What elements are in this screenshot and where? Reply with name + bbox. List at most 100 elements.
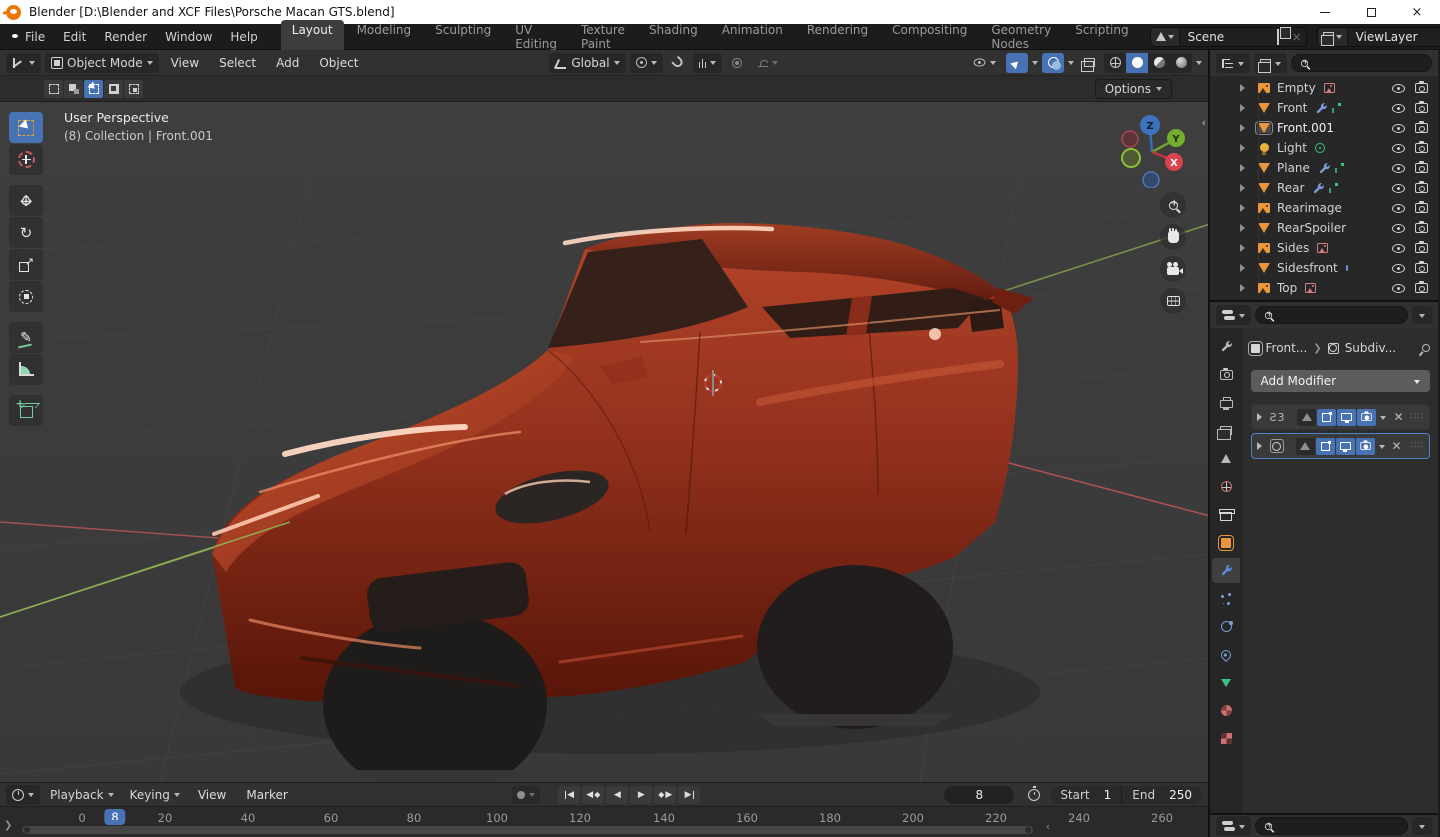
tab-collection[interactable] — [1212, 502, 1240, 527]
breadcrumb-modifier[interactable]: Subdiv... — [1345, 341, 1396, 355]
sidebar-collapse-arrow[interactable]: ‹ — [1202, 116, 1206, 129]
rotate-tool[interactable]: ↻ — [9, 217, 43, 248]
select-set-button[interactable] — [44, 79, 63, 98]
pan-button[interactable] — [1160, 224, 1186, 250]
jump-to-start-button[interactable]: ◀ — [558, 785, 581, 804]
render-camera-toggle[interactable] — [1415, 81, 1428, 93]
hide-eye-toggle[interactable] — [1392, 243, 1405, 253]
render-camera-toggle[interactable] — [1415, 241, 1428, 253]
hide-eye-toggle[interactable] — [1392, 163, 1405, 173]
previous-keyframe-button[interactable]: ◀ ◆ — [582, 785, 605, 804]
tab-physics[interactable] — [1212, 614, 1240, 639]
tab-view-layer[interactable] — [1212, 418, 1240, 443]
options-dropdown[interactable] — [1412, 817, 1432, 835]
expand-arrow-icon[interactable] — [1256, 442, 1266, 450]
menu-view[interactable]: View — [163, 56, 207, 70]
hide-eye-toggle[interactable] — [1392, 223, 1405, 233]
add-modifier-button[interactable]: Add Modifier — [1250, 370, 1430, 392]
select-invert-button[interactable] — [104, 79, 123, 98]
tab-texture-paint[interactable]: Texture Paint — [570, 20, 636, 54]
show-hide-dropdown[interactable] — [967, 53, 1002, 73]
transform-tool[interactable] — [9, 281, 43, 312]
timeline-editor-type-button[interactable] — [6, 784, 40, 805]
outliner-search-input[interactable] — [1291, 54, 1432, 72]
proportional-editing-toggle[interactable] — [726, 53, 748, 73]
outliner-item-rear[interactable]: Rear — [1210, 178, 1438, 198]
edit-mode-toggle[interactable] — [1317, 408, 1337, 426]
tab-shading[interactable]: Shading — [638, 20, 709, 54]
properties-search-input[interactable] — [1255, 306, 1408, 324]
tab-material[interactable] — [1212, 698, 1240, 723]
select-box-tool[interactable] — [9, 112, 43, 143]
timeline-scrollbar[interactable] — [22, 826, 1033, 834]
viewport-canvas[interactable]: ↻ ✎ User Perspective (8) Collection | Fr… — [0, 102, 1208, 782]
tab-output[interactable] — [1212, 390, 1240, 415]
transform-orientation-dropdown[interactable]: Global — [549, 52, 626, 73]
render-camera-toggle[interactable] — [1415, 281, 1428, 293]
outliner-item-top[interactable]: Top — [1210, 278, 1438, 298]
shading-wireframe-button[interactable] — [1104, 53, 1126, 73]
render-camera-toggle[interactable] — [1415, 121, 1428, 133]
viewlayer-name[interactable]: ViewLayer — [1348, 30, 1436, 44]
outliner-item-sides[interactable]: Sides — [1210, 238, 1438, 258]
modifier-row-subdivision[interactable]: ✕ ∷∷ — [1250, 433, 1430, 459]
pin-icon[interactable] — [1420, 342, 1432, 354]
tab-rendering[interactable]: Rendering — [796, 20, 879, 54]
expand-arrow-icon[interactable] — [1240, 144, 1249, 152]
menu-add[interactable]: Add — [268, 56, 307, 70]
timeline-view-menu[interactable]: View — [190, 788, 234, 802]
xray-toggle[interactable] — [1078, 53, 1100, 73]
search-input[interactable] — [1255, 817, 1408, 835]
snap-toggle[interactable] — [667, 53, 689, 73]
hide-eye-toggle[interactable] — [1392, 123, 1405, 133]
cursor-tool[interactable] — [9, 144, 43, 175]
menu-edit[interactable]: Edit — [54, 30, 95, 44]
realtime-toggle[interactable] — [1337, 408, 1357, 426]
editor-type-button[interactable] — [6, 52, 41, 73]
tab-scene[interactable] — [1212, 446, 1240, 471]
annotate-tool[interactable]: ✎ — [9, 322, 43, 353]
expand-arrow-icon[interactable] — [1240, 164, 1249, 172]
outliner-item-plane[interactable]: Plane — [1210, 158, 1438, 178]
tab-modifiers[interactable] — [1212, 558, 1241, 583]
modifier-extras-dropdown[interactable] — [1380, 415, 1387, 423]
hide-eye-toggle[interactable] — [1392, 143, 1405, 153]
render-toggle[interactable] — [1355, 437, 1375, 455]
timeline-collapse-arrow[interactable]: ‹ — [1046, 820, 1050, 833]
timeline-marker-menu[interactable]: Marker — [238, 788, 295, 802]
tab-animation[interactable]: Animation — [711, 20, 794, 54]
menu-object[interactable]: Object — [311, 56, 366, 70]
breadcrumb-object[interactable]: Front... — [1266, 341, 1308, 355]
delete-modifier-button[interactable]: ✕ — [1389, 439, 1405, 453]
drag-handle[interactable]: ∷∷ — [1411, 412, 1424, 422]
expand-arrow-icon[interactable] — [1240, 84, 1249, 92]
expand-arrow-icon[interactable] — [1240, 184, 1249, 192]
render-camera-toggle[interactable] — [1415, 221, 1428, 233]
shading-solid-button[interactable] — [1126, 52, 1148, 73]
browse-viewlayer-button[interactable] — [1317, 27, 1348, 46]
hide-eye-toggle[interactable] — [1392, 83, 1405, 93]
maximize-button[interactable] — [1348, 0, 1394, 24]
outliner-display-mode-dropdown[interactable] — [1254, 53, 1287, 73]
outliner-item-sidesfront[interactable]: Sidesfront — [1210, 258, 1438, 278]
tab-sculpting[interactable]: Sculpting — [424, 20, 502, 54]
render-camera-toggle[interactable] — [1415, 261, 1428, 273]
outliner-item-empty[interactable]: Empty — [1210, 78, 1438, 98]
pivot-point-dropdown[interactable] — [629, 52, 663, 73]
select-extend-button[interactable] — [64, 79, 83, 98]
scale-tool[interactable] — [9, 249, 43, 280]
tab-render[interactable] — [1212, 362, 1240, 387]
move-tool[interactable] — [9, 185, 43, 216]
end-frame-field[interactable]: End 250 — [1121, 785, 1202, 804]
render-toggle[interactable] — [1357, 408, 1377, 426]
tab-tool[interactable] — [1212, 334, 1240, 359]
overlays-dropdown[interactable] — [1068, 61, 1074, 68]
expand-arrow-icon[interactable] — [1240, 104, 1249, 112]
playback-menu[interactable]: Playback — [44, 785, 120, 805]
on-cage-toggle[interactable] — [1295, 437, 1315, 455]
hide-eye-toggle[interactable] — [1392, 183, 1405, 193]
outliner-editor-type-button[interactable] — [1216, 53, 1250, 73]
falloff-dropdown[interactable] — [752, 53, 784, 73]
auto-keying-button[interactable] — [512, 785, 541, 804]
select-subtract-button[interactable] — [84, 79, 103, 98]
